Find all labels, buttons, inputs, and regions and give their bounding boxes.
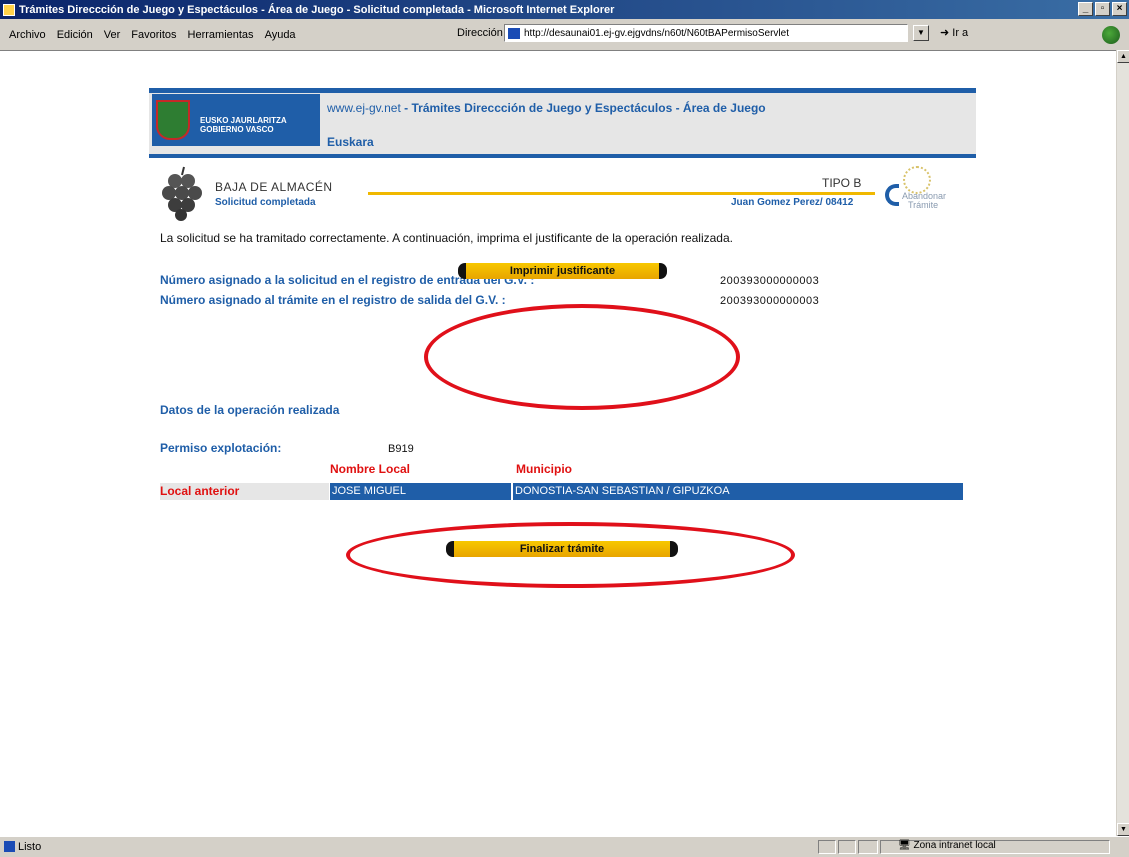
address-input[interactable]: http://desaunai01.ej-gv.ejgvdns/n60t/N60… — [504, 24, 908, 42]
registro-entrada-value: 200393000000003 — [720, 275, 820, 287]
go-button[interactable]: ➜ Ir a — [940, 26, 968, 39]
confirmation-message: La solicitud se ha tramitado correctamen… — [160, 231, 733, 245]
cell-municipio: DONOSTIA-SAN SEBASTIAN / GIPUZKOA — [513, 483, 963, 500]
minimize-button[interactable]: _ — [1078, 2, 1093, 16]
column-header-nombre-local: Nombre Local — [330, 462, 411, 476]
address-url: http://desaunai01.ej-gv.ejgvdns/n60t/N60… — [524, 27, 789, 39]
throbber — [1093, 20, 1129, 50]
address-label: Dirección — [457, 27, 503, 39]
menu-archivo[interactable]: Archivo — [9, 29, 46, 41]
abandonar-tramite-button[interactable]: Abandonar Trámite — [885, 166, 965, 214]
status-bar: Listo 🖥 Zona intranet local — [0, 836, 1129, 857]
status-pane-3 — [858, 840, 878, 854]
column-header-municipio: Municipio — [516, 462, 572, 476]
scroll-up-arrow[interactable]: ▲ — [1117, 50, 1129, 63]
abandonar-line2: Trámite — [908, 200, 939, 210]
menu-ayuda[interactable]: Ayuda — [265, 29, 296, 41]
globe-icon — [1102, 26, 1120, 44]
exit-arrow-icon — [885, 184, 899, 206]
window-controls: _ ▫ × — [1078, 2, 1127, 16]
menu-favoritos[interactable]: Favoritos — [131, 29, 176, 41]
menu-ver[interactable]: Ver — [104, 29, 121, 41]
logo-line2: GOBIERNO VASCO — [200, 125, 274, 134]
close-button[interactable]: × — [1112, 2, 1127, 16]
step-subtitle: Solicitud completada — [215, 197, 316, 208]
vertical-scrollbar[interactable]: ▲ ▼ — [1116, 50, 1129, 836]
annotation-circle-imprimir — [424, 304, 740, 410]
menu-edicion[interactable]: Edición — [57, 29, 93, 41]
logo-text: EUSKO JAURLARITZA GOBIERNO VASCO — [200, 116, 287, 134]
operacion-section-title: Datos de la operación realizada — [160, 403, 340, 417]
menu-herramientas[interactable]: Herramientas — [188, 29, 254, 41]
window-title: Trámites Direccción de Juego y Espectácu… — [19, 3, 615, 16]
permiso-label: Permiso explotación: — [160, 441, 282, 455]
site-link[interactable]: www.ej-gv.net — [327, 101, 401, 115]
finalizar-tramite-button[interactable]: Finalizar trámite — [446, 541, 678, 557]
status-pane-1 — [818, 840, 836, 854]
maximize-button[interactable]: ▫ — [1095, 2, 1110, 16]
window-title-bar[interactable]: Trámites Direccción de Juego y Espectácu… — [0, 0, 1129, 19]
zone-text: Zona intranet local — [913, 840, 996, 851]
abandonar-label: Abandonar Trámite — [902, 192, 946, 210]
site-title-text: - Trámites Direccción de Juego y Espectá… — [400, 101, 766, 115]
tipo-label: TIPO B — [822, 176, 862, 190]
address-dropdown-button[interactable]: ▼ — [913, 25, 929, 41]
imprimir-justificante-button[interactable]: Imprimir justificante — [458, 263, 667, 279]
permiso-value: B919 — [388, 443, 414, 455]
logo-line1: EUSKO JAURLARITZA — [200, 116, 287, 125]
cell-nombre-local: JOSE MIGUEL — [330, 483, 511, 500]
shield-icon — [156, 100, 190, 140]
header-divider — [149, 154, 976, 158]
step-title: BAJA DE ALMACÉN — [215, 180, 333, 194]
security-zone-label: 🖥 Zona intranet local — [898, 840, 996, 851]
user-label: Juan Gomez Perez/ 08412 — [731, 197, 854, 208]
registro-salida-label: Número asignado al trámite en el registr… — [160, 293, 506, 307]
language-link-euskara[interactable]: Euskara — [327, 135, 374, 149]
grapes-icon — [162, 166, 202, 221]
row-label-local-anterior: Local anterior — [160, 483, 329, 500]
ie-icon — [3, 3, 15, 16]
go-label: Ir a — [952, 27, 969, 39]
page-status-icon — [4, 841, 15, 852]
scroll-down-arrow[interactable]: ▼ — [1117, 823, 1129, 836]
watermark-icon — [903, 166, 931, 194]
registro-salida-value: 200393000000003 — [720, 295, 820, 307]
page-icon — [508, 27, 520, 39]
gobierno-vasco-logo[interactable]: EUSKO JAURLARITZA GOBIERNO VASCO — [152, 94, 320, 146]
status-text: Listo — [18, 841, 42, 853]
site-title: www.ej-gv.net - Trámites Direccción de J… — [327, 101, 766, 115]
step-divider — [368, 192, 875, 195]
status-pane-2 — [838, 840, 856, 854]
